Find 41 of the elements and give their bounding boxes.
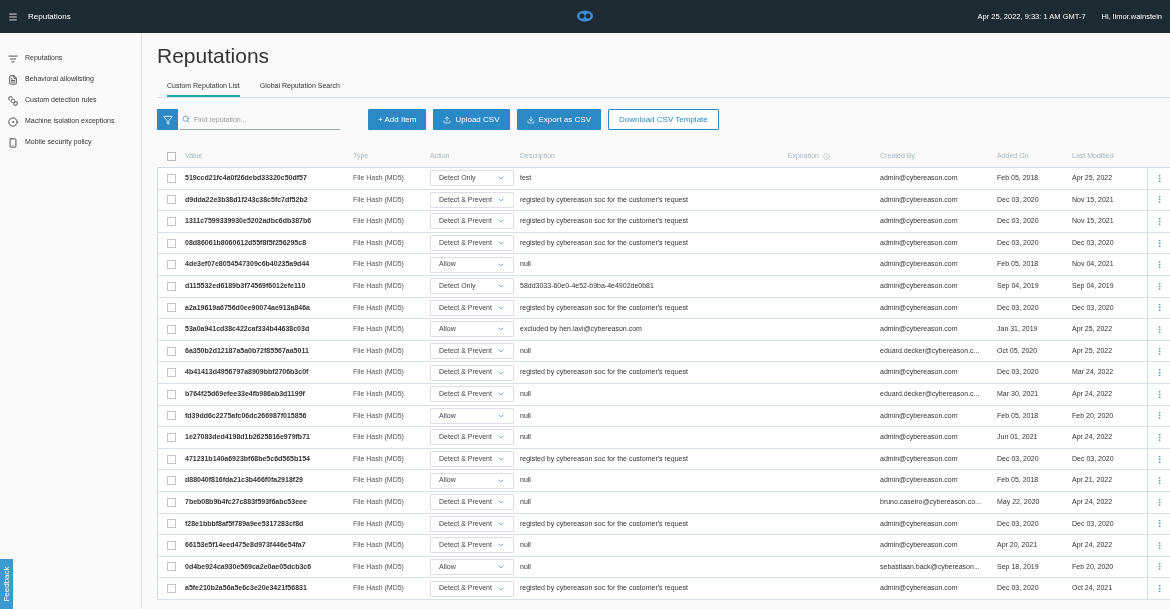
toolbar-button[interactable]: Download CSV Template [607,109,719,130]
row-checkbox[interactable] [167,519,176,529]
row-checkbox[interactable] [167,476,176,486]
row-checkbox[interactable] [167,238,176,248]
row-checkbox[interactable] [167,389,176,399]
toolbar-button[interactable]: Export as CSV [516,109,601,130]
row-checkbox[interactable] [167,195,176,205]
row-checkbox[interactable] [167,346,176,356]
file-transfer-icon [526,115,535,124]
chevron-down-icon [497,563,505,571]
row-checkbox[interactable] [167,454,176,464]
row-checkbox[interactable] [167,540,176,550]
sidebar-item-icon [8,95,18,106]
sidebar-item-icon [8,53,18,64]
page-title: Reputations [157,43,270,69]
search-icon [182,115,190,123]
menu-icon[interactable] [8,11,18,22]
row-checkbox[interactable] [167,497,176,507]
info-icon [823,153,830,160]
row-checkbox[interactable] [167,368,176,378]
chevron-down-icon [497,455,505,463]
row-checkbox[interactable] [167,260,176,270]
row-checkbox[interactable] [167,217,176,226]
row-checkbox[interactable] [167,562,176,572]
file-transfer-icon [443,115,452,124]
row-checkbox[interactable] [167,584,176,594]
row-checkbox[interactable] [167,173,176,183]
sidebar-item-icon [8,74,18,85]
toolbar-button[interactable]: Upload CSV [433,109,510,130]
filter-icon [162,114,173,125]
toolbar-button[interactable]: + Add Item [368,109,427,130]
row-checkbox[interactable] [167,411,176,421]
row-checkbox[interactable] [167,432,176,442]
app-title: Reputations [28,10,71,23]
select-all-checkbox[interactable] [166,152,176,161]
sidebar-item-icon [8,116,18,127]
row-checkbox[interactable] [167,324,176,334]
row-checkbox[interactable] [167,281,176,291]
sidebar-item-icon [8,137,18,148]
filter-button[interactable] [157,109,178,130]
row-checkbox[interactable] [167,303,176,313]
